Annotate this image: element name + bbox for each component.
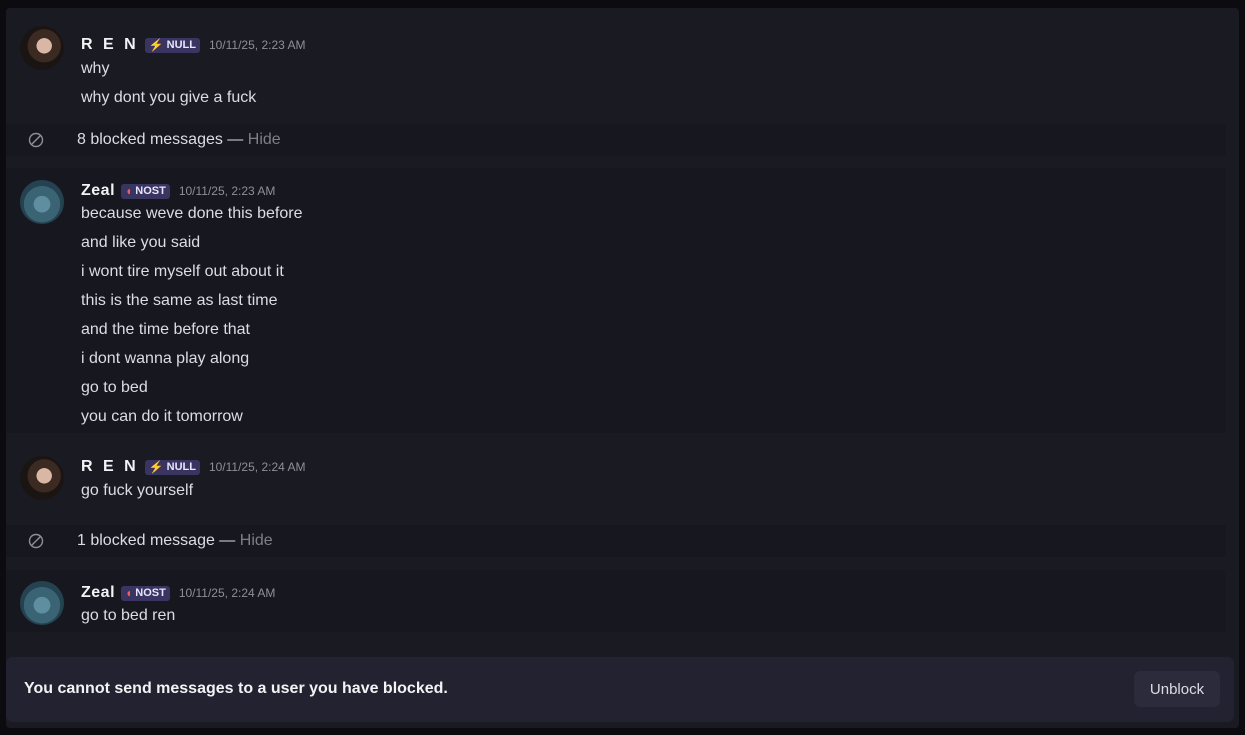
message-header: R E N ⚡ NULL 10/11/25, 2:23 AM	[81, 35, 305, 55]
message-header: Zeal ◖ NOST 10/11/25, 2:23 AM	[81, 181, 275, 201]
message-text: because weve done this before	[81, 205, 303, 222]
tag-label: NOST	[135, 587, 166, 599]
tag-label: NOST	[135, 185, 166, 197]
blocked-user-footer: You cannot send messages to a user you h…	[6, 657, 1234, 722]
message-text: why dont you give a fuck	[81, 89, 257, 106]
message-header: Zeal ◖ NOST 10/11/25, 2:24 AM	[81, 583, 275, 603]
message-group: R E N ⚡ NULL 10/11/25, 2:23 AM why why d…	[6, 16, 1226, 116]
chat-panel: R E N ⚡ NULL 10/11/25, 2:23 AM why why d…	[6, 8, 1239, 728]
user-tag[interactable]: ⚡ NULL	[144, 37, 200, 53]
message-text: go fuck yourself	[81, 482, 194, 499]
message-text: this is the same as last time	[81, 292, 278, 309]
username[interactable]: Zeal	[81, 182, 115, 200]
message-text: i wont tire myself out about it	[81, 263, 284, 280]
blocked-text: 1 blocked message — Hide	[77, 532, 273, 550]
timestamp: 10/11/25, 2:24 AM	[178, 586, 276, 600]
moon-icon: ◖	[125, 184, 133, 198]
avatar[interactable]	[20, 180, 64, 224]
blocked-icon	[28, 132, 44, 148]
message-text: i dont wanna play along	[81, 350, 250, 367]
avatar[interactable]	[20, 456, 64, 500]
moon-icon: ◖	[125, 586, 133, 600]
avatar[interactable]	[20, 26, 64, 70]
tag-label: NULL	[166, 39, 196, 51]
avatar[interactable]	[20, 581, 64, 625]
message-text: go to bed ren	[81, 607, 176, 624]
message-text: and like you said	[81, 234, 201, 251]
username[interactable]: R E N	[81, 36, 139, 54]
message-text: why	[81, 60, 110, 77]
timestamp: 10/11/25, 2:24 AM	[208, 460, 306, 474]
blocked-count: 8 blocked messages —	[77, 131, 244, 148]
tag-label: NULL	[166, 461, 196, 473]
message-text: go to bed	[81, 379, 148, 396]
message-text: you can do it tomorrow	[81, 408, 243, 425]
blocked-notice-text: You cannot send messages to a user you h…	[24, 680, 448, 697]
blocked-count: 1 blocked message —	[77, 532, 236, 549]
hide-link[interactable]: Hide	[240, 532, 273, 549]
unblock-button[interactable]: Unblock	[1134, 671, 1220, 707]
blocked-messages-notice: 1 blocked message — Hide	[6, 525, 1226, 557]
lightning-icon: ⚡	[148, 460, 164, 474]
username[interactable]: R E N	[81, 458, 139, 476]
message-text: and the time before that	[81, 321, 250, 338]
hide-link[interactable]: Hide	[248, 131, 281, 148]
user-tag[interactable]: ◖ NOST	[121, 585, 170, 601]
message-group: Zeal ◖ NOST 10/11/25, 2:23 AM because we…	[6, 168, 1226, 433]
timestamp: 10/11/25, 2:23 AM	[178, 184, 276, 198]
user-tag[interactable]: ⚡ NULL	[144, 459, 200, 475]
timestamp: 10/11/25, 2:23 AM	[208, 38, 306, 52]
blocked-text: 8 blocked messages — Hide	[77, 131, 281, 149]
lightning-icon: ⚡	[148, 38, 164, 52]
blocked-icon	[28, 533, 44, 549]
blocked-messages-notice: 8 blocked messages — Hide	[6, 124, 1226, 156]
message-header: R E N ⚡ NULL 10/11/25, 2:24 AM	[81, 457, 305, 477]
user-tag[interactable]: ◖ NOST	[121, 183, 170, 199]
message-group: Zeal ◖ NOST 10/11/25, 2:24 AM go to bed …	[6, 570, 1226, 632]
username[interactable]: Zeal	[81, 584, 115, 602]
message-group: R E N ⚡ NULL 10/11/25, 2:24 AM go fuck y…	[6, 448, 1226, 518]
